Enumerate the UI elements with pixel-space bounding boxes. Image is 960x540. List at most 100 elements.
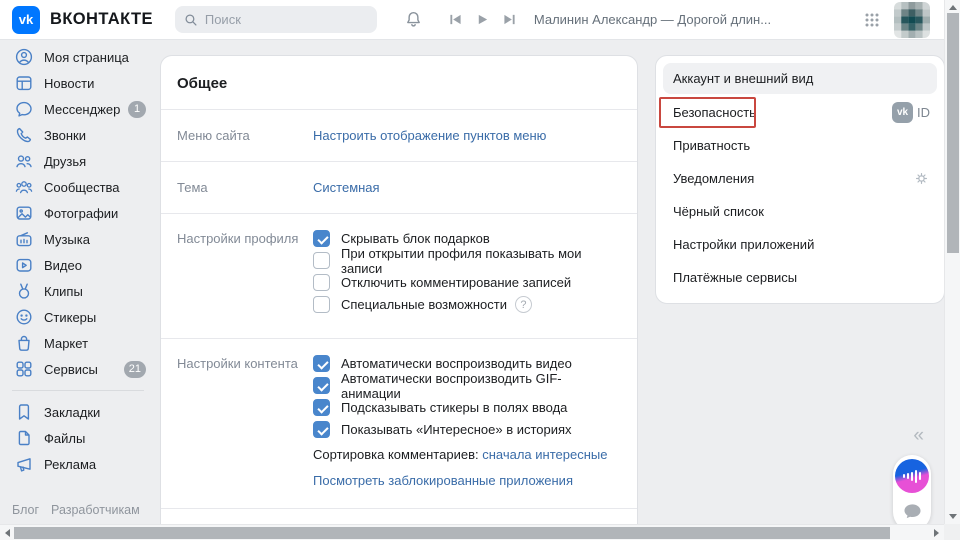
- profanity-filter-row: Фильтр нецензурных отключён Изменить: [161, 508, 637, 524]
- stickers-icon: [14, 307, 34, 327]
- search-input[interactable]: [205, 12, 365, 27]
- avatar[interactable]: [894, 2, 930, 38]
- music-icon: [14, 229, 34, 249]
- gear-icon: [913, 170, 930, 187]
- sidebar-label: Сервисы: [44, 362, 98, 377]
- show-interesting-stories-checkbox[interactable]: [313, 421, 330, 438]
- app-title[interactable]: ВКОНТАКТЕ: [50, 10, 153, 29]
- sidebar-item-bookmarks[interactable]: Закладки: [0, 399, 156, 425]
- now-playing-track[interactable]: Малинин Александр — Дорогой длин...: [534, 12, 771, 27]
- show-my-posts-checkbox[interactable]: [313, 252, 330, 269]
- sidebar-label: Реклама: [44, 457, 96, 472]
- checkbox-row: Подсказывать стикеры в полях ввода: [313, 399, 621, 416]
- checkbox-label: Специальные возможности: [341, 297, 507, 312]
- help-icon[interactable]: ?: [515, 296, 532, 313]
- checkbox-row: Скрывать блок подарков: [313, 230, 621, 247]
- blog-link[interactable]: Блог: [12, 503, 39, 517]
- sidebar-item-my-page[interactable]: Моя страница: [0, 44, 156, 70]
- vk-id-logo-icon: vk: [892, 102, 913, 123]
- suggest-stickers-checkbox[interactable]: [313, 399, 330, 416]
- settings-nav-privacy[interactable]: Приватность: [656, 129, 944, 162]
- settings-nav-notifications[interactable]: Уведомления: [656, 162, 944, 195]
- bookmarks-icon: [14, 402, 34, 422]
- sidebar-item-clips[interactable]: Клипы: [0, 278, 156, 304]
- sidebar-item-stickers[interactable]: Стикеры: [0, 304, 156, 330]
- sidebar-label: Мессенджер: [44, 102, 120, 117]
- apps-menu-icon[interactable]: [864, 12, 880, 28]
- profile-settings-label: Настройки профиля: [177, 230, 313, 318]
- scroll-right-arrow[interactable]: [934, 529, 939, 537]
- scroll-up-arrow[interactable]: [949, 5, 957, 10]
- music-assistant-icon[interactable]: [895, 459, 929, 493]
- sidebar-item-messenger[interactable]: Мессенджер 1: [0, 96, 156, 122]
- autoplay-gif-checkbox[interactable]: [313, 377, 330, 394]
- sidebar-item-video[interactable]: Видео: [0, 252, 156, 278]
- site-menu-label: Меню сайта: [177, 128, 313, 143]
- comments-sort-line: Сортировка комментариев: сначала интерес…: [313, 447, 621, 462]
- profile-settings-row: Настройки профиля Скрывать блок подарков…: [161, 213, 637, 338]
- theme-label: Тема: [177, 180, 313, 195]
- nav-label: Безопасность: [673, 105, 756, 120]
- vertical-scrollbar[interactable]: [944, 0, 960, 524]
- accessibility-checkbox[interactable]: [313, 296, 330, 313]
- checkbox-row: Специальные возможности ?: [313, 296, 621, 313]
- sidebar-label: Закладки: [44, 405, 100, 420]
- developers-link[interactable]: Разработчикам: [51, 503, 140, 517]
- sidebar-item-music[interactable]: Музыка: [0, 226, 156, 252]
- collapse-chevron-icon[interactable]: «: [913, 425, 924, 447]
- checkbox-label: Отключить комментирование записей: [341, 275, 571, 290]
- sidebar-item-services[interactable]: Сервисы 21: [0, 356, 156, 382]
- settings-nav-security[interactable]: Безопасность vk ID: [656, 96, 944, 129]
- scroll-left-arrow[interactable]: [5, 529, 10, 537]
- search-box[interactable]: [175, 6, 377, 33]
- assistant-widget: [893, 455, 931, 531]
- sidebar-item-news[interactable]: Новости: [0, 70, 156, 96]
- clips-icon: [14, 281, 34, 301]
- sidebar-item-communities[interactable]: Сообщества: [0, 174, 156, 200]
- autoplay-video-checkbox[interactable]: [313, 355, 330, 372]
- disable-comments-checkbox[interactable]: [313, 274, 330, 291]
- notifications-gear[interactable]: [913, 162, 930, 195]
- profile-icon: [14, 47, 34, 67]
- horizontal-scroll-thumb[interactable]: [14, 527, 890, 539]
- play-icon[interactable]: [476, 13, 489, 26]
- previous-track-icon[interactable]: [449, 13, 462, 26]
- comments-sort-link[interactable]: сначала интересные: [482, 447, 607, 462]
- page-title: Общее: [161, 56, 637, 109]
- next-track-icon[interactable]: [503, 13, 516, 26]
- services-icon: [14, 359, 34, 379]
- checkbox-row: Показывать «Интересное» в историях: [313, 421, 621, 438]
- news-icon: [14, 73, 34, 93]
- notifications-bell-icon[interactable]: [404, 10, 423, 29]
- sidebar-item-ads[interactable]: Реклама: [0, 451, 156, 477]
- chat-bubble-icon[interactable]: [903, 503, 922, 520]
- sidebar-label: Маркет: [44, 336, 88, 351]
- sidebar-label: Файлы: [44, 431, 85, 446]
- sidebar-label: Фотографии: [44, 206, 118, 221]
- sidebar-label: Моя страница: [44, 50, 129, 65]
- sidebar-item-friends[interactable]: Друзья: [0, 148, 156, 174]
- general-settings-card: Общее Меню сайта Настроить отображение п…: [160, 55, 638, 524]
- messenger-count-badge: 1: [128, 101, 146, 118]
- settings-nav-account[interactable]: Аккаунт и внешний вид: [663, 63, 937, 94]
- sidebar-item-calls[interactable]: Звонки: [0, 122, 156, 148]
- settings-nav-payments[interactable]: Платёжные сервисы: [656, 261, 944, 294]
- theme-value-link[interactable]: Системная: [313, 180, 380, 195]
- site-menu-link[interactable]: Настроить отображение пунктов меню: [313, 128, 546, 143]
- sidebar-item-files[interactable]: Файлы: [0, 425, 156, 451]
- horizontal-scrollbar[interactable]: [0, 524, 944, 540]
- sidebar-item-photos[interactable]: Фотографии: [0, 200, 156, 226]
- sidebar-item-market[interactable]: Маркет: [0, 330, 156, 356]
- settings-nav-blacklist[interactable]: Чёрный список: [656, 195, 944, 228]
- checkbox-row: Отключить комментирование записей: [313, 274, 621, 291]
- hide-gifts-checkbox[interactable]: [313, 230, 330, 247]
- sidebar-label: Видео: [44, 258, 82, 273]
- friends-icon: [14, 151, 34, 171]
- blocked-apps-link[interactable]: Посмотреть заблокированные приложения: [313, 473, 573, 488]
- vertical-scroll-thumb[interactable]: [947, 13, 959, 253]
- site-menu-row: Меню сайта Настроить отображение пунктов…: [161, 109, 637, 161]
- scroll-down-arrow[interactable]: [949, 514, 957, 519]
- settings-nav-apps[interactable]: Настройки приложений: [656, 228, 944, 261]
- checkbox-label: Скрывать блок подарков: [341, 231, 490, 246]
- vk-logo-icon[interactable]: vk: [12, 6, 40, 34]
